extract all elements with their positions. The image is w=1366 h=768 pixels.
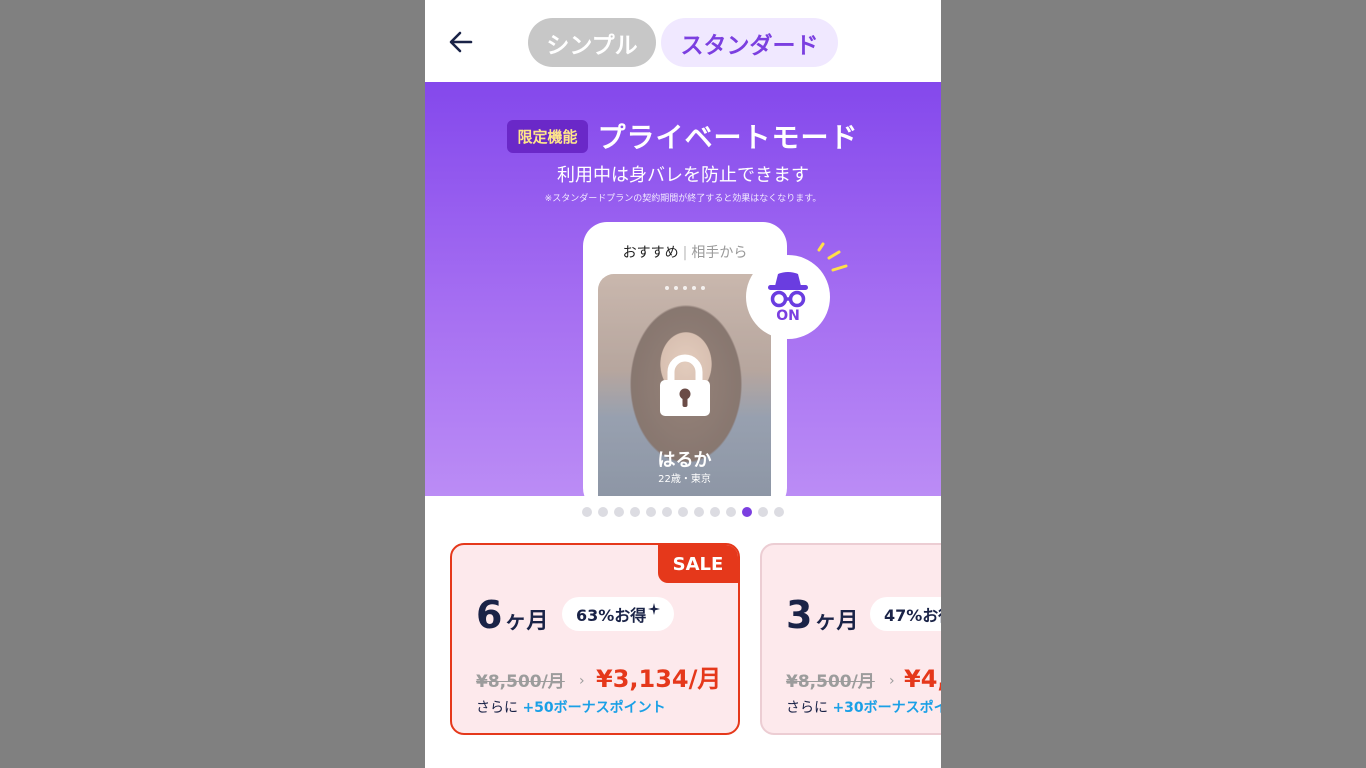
back-button[interactable]	[441, 22, 481, 62]
mock-tab-separator: |	[682, 245, 688, 261]
plan-card-3-months[interactable]: 3ヶ月 47%お得 ¥8,500/月 › ¥4,505/月 さらに +30ボーナ…	[760, 543, 941, 735]
sale-price: ¥4,505/月	[904, 665, 941, 693]
plan-duration: 6ヶ月	[476, 593, 548, 637]
sale-price: ¥3,134/月	[596, 665, 722, 693]
chevron-right-icon: ›	[579, 673, 585, 689]
banner-note: ※スタンダードプランの契約期間が終了すると効果はなくなります。	[544, 194, 822, 204]
discount-text: 63%お得	[576, 606, 647, 625]
banner-subtitle: 利用中は身バレを防止できます	[557, 165, 809, 186]
tab-simple[interactable]: シンプル	[528, 18, 656, 67]
profile-photo: はるか 22歳・東京	[598, 274, 771, 496]
bonus-prefix: さらに	[476, 700, 518, 716]
incognito-icon	[768, 272, 808, 308]
profile-meta: 22歳・東京	[658, 474, 711, 485]
photo-dots	[598, 286, 771, 290]
incognito-status: ON	[776, 308, 800, 324]
pager-dot[interactable]	[646, 507, 656, 517]
plan-duration: 3ヶ月	[786, 593, 858, 637]
tab-standard[interactable]: スタンダード	[661, 18, 838, 67]
profile-name: はるか	[657, 450, 712, 471]
plan-duration-number: 6	[476, 593, 503, 637]
carousel-pager	[425, 507, 941, 517]
lock-icon	[660, 354, 710, 416]
discount-badge: 47%お得	[870, 597, 941, 631]
mock-tab-recommended: おすすめ	[622, 245, 679, 261]
pager-dot[interactable]	[726, 507, 736, 517]
mock-phone-illustration: おすすめ | 相手から はるか 22歳・東京	[583, 222, 787, 496]
bonus-points: さらに +50ボーナスポイント	[476, 697, 666, 717]
plan-duration-unit: ヶ月	[504, 609, 549, 634]
discount-badge: 63%お得	[562, 597, 675, 631]
arrow-left-icon	[449, 31, 473, 53]
pager-dot[interactable]	[614, 507, 624, 517]
plan-card-6-months[interactable]: SALE 6ヶ月 63%お得 ¥8,500/月 › ¥3,134/月 さらに +…	[450, 543, 740, 735]
sparkle-icon	[817, 242, 848, 272]
pager-dot[interactable]	[598, 507, 608, 517]
pager-dot[interactable]	[758, 507, 768, 517]
plan-duration-unit: ヶ月	[814, 609, 859, 634]
plan-duration-number: 3	[786, 593, 813, 637]
banner-title: プライベートモード	[597, 121, 859, 154]
discount-text: 47%お得	[884, 606, 941, 625]
pager-dot[interactable]	[662, 507, 672, 517]
original-price: ¥8,500/月	[476, 672, 565, 692]
banner-title-row: 限定機能 プライベートモード	[425, 116, 941, 156]
pager-dot[interactable]	[694, 507, 704, 517]
pager-dot[interactable]	[678, 507, 688, 517]
original-price: ¥8,500/月	[786, 672, 875, 692]
chevron-right-icon: ›	[889, 673, 895, 689]
bonus-points-value: +30ボーナスポイント	[832, 700, 941, 716]
app-screen: シンプル スタンダード 限定機能 プライベートモード 利用中は身バレを防止できま…	[425, 0, 941, 768]
mock-tab-from-partner: 相手から	[691, 245, 748, 261]
pager-dot[interactable]	[630, 507, 640, 517]
sale-ribbon: SALE	[658, 545, 738, 583]
sparkle-icon	[648, 603, 661, 615]
pager-dot[interactable]	[710, 507, 720, 517]
limited-feature-badge: 限定機能	[507, 119, 588, 153]
pager-dot[interactable]	[742, 507, 752, 517]
mock-tabs: おすすめ | 相手から	[583, 242, 787, 262]
feature-banner[interactable]: 限定機能 プライベートモード 利用中は身バレを防止できます ※スタンダードプラン…	[425, 82, 941, 496]
pager-dot[interactable]	[774, 507, 784, 517]
bonus-prefix: さらに	[786, 700, 828, 716]
pager-dot[interactable]	[582, 507, 592, 517]
bonus-points-value: +50ボーナスポイント	[522, 700, 666, 716]
bonus-points: さらに +30ボーナスポイント	[786, 697, 941, 717]
